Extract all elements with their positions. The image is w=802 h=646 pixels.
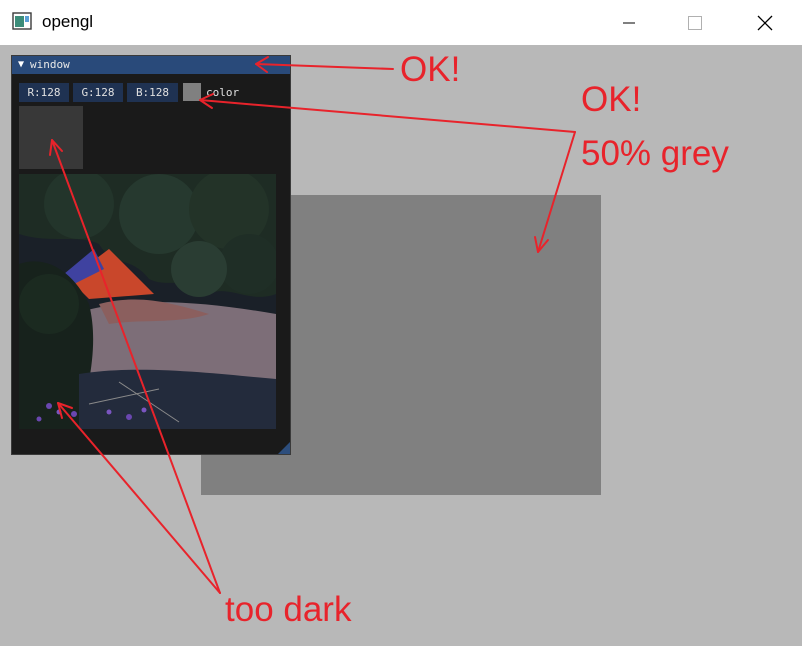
resize-grip[interactable] [278, 442, 290, 454]
window-title: opengl [42, 12, 94, 31]
green-drag-field[interactable]: G:128 [73, 83, 123, 102]
red-drag-field[interactable]: R:128 [19, 83, 69, 102]
collapse-arrow-icon[interactable]: ▼ [18, 56, 24, 74]
minimize-button[interactable] [606, 0, 652, 45]
annotation-ok-title: OK! [400, 50, 461, 89]
title-bar: opengl [0, 0, 802, 45]
annotation-grey-note: 50% grey [581, 134, 729, 173]
close-button[interactable] [742, 0, 788, 45]
app-window-icon [12, 12, 32, 30]
garden-photo-image [19, 174, 276, 429]
garden-photo [19, 174, 276, 429]
imgui-window[interactable]: ▼ window R:128 G:128 B:128 color [11, 55, 291, 455]
maximize-icon [688, 15, 702, 30]
maximize-button[interactable] [672, 0, 718, 45]
minimize-icon [623, 22, 635, 23]
color-label: color [206, 86, 240, 99]
annotation-too-dark: too dark [225, 590, 352, 629]
blue-drag-field[interactable]: B:128 [127, 83, 178, 102]
imgui-title-bar[interactable]: ▼ window [12, 56, 290, 74]
preview-quad [19, 106, 83, 169]
imgui-title: window [30, 58, 70, 71]
color-swatch[interactable] [183, 83, 201, 101]
annotation-ok-color: OK! [581, 80, 642, 119]
close-icon [757, 15, 773, 30]
